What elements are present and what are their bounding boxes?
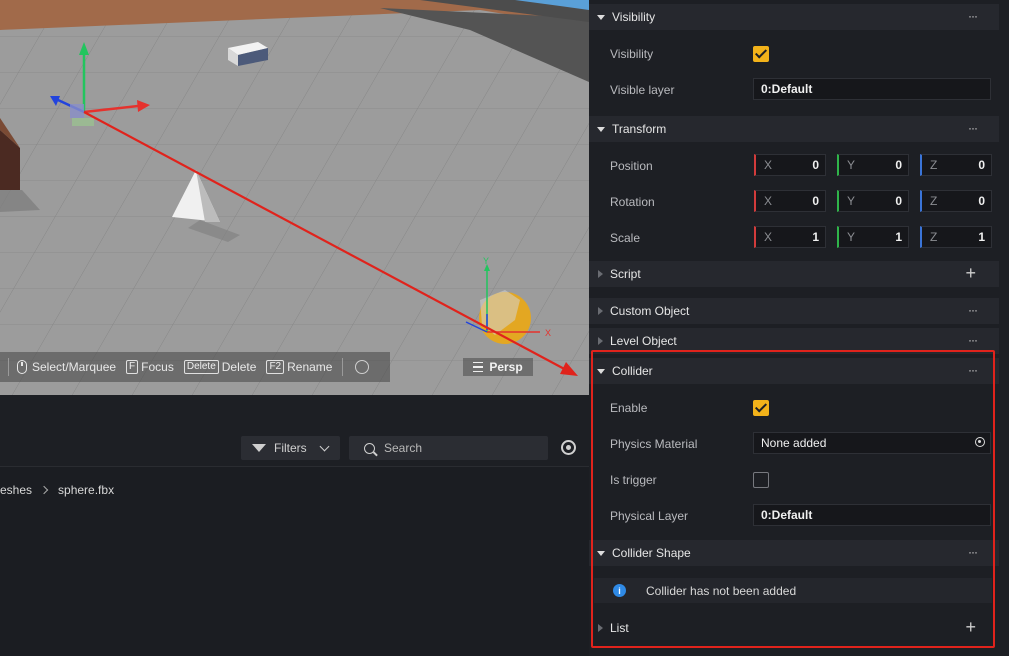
gizmo-x-label: X (545, 328, 551, 338)
rotation-z-field[interactable]: Z0 (920, 190, 992, 212)
filters-button[interactable]: Filters (241, 436, 340, 460)
position-y-field[interactable]: Y0 (837, 154, 909, 176)
caret-down-icon (597, 126, 605, 132)
breadcrumb: eshes sphere.fbx (0, 483, 114, 497)
caret-right-icon (598, 337, 603, 345)
rename-tool[interactable]: F2 Rename (266, 360, 332, 374)
scale-y-field[interactable]: Y1 (837, 226, 909, 248)
rename-key: F2 (266, 360, 285, 374)
viewport-settings-icon[interactable] (355, 360, 370, 374)
breadcrumb-item[interactable]: sphere.fbx (58, 483, 114, 497)
more-options-icon[interactable]: ··· (968, 9, 978, 23)
asset-content: eshes sphere.fbx (0, 467, 589, 656)
asset-panel-header (0, 395, 589, 429)
scale-z-field[interactable]: Z1 (920, 226, 992, 248)
more-options-icon[interactable]: ··· (968, 121, 978, 135)
position-x-field[interactable]: X0 (754, 154, 826, 176)
visible-layer-field[interactable]: 0:Default (753, 78, 991, 100)
position-label: Position (610, 159, 653, 173)
section-custom-object-header[interactable]: Custom Object ··· (589, 298, 999, 324)
caret-down-icon (597, 14, 605, 20)
more-options-icon[interactable]: ··· (968, 333, 978, 347)
rotation-x-field[interactable]: X0 (754, 190, 826, 212)
scale-label: Scale (610, 231, 641, 245)
more-options-icon[interactable]: ··· (968, 303, 978, 317)
scene-render: Y X (0, 0, 589, 395)
gizmo-y-label: Y (483, 256, 489, 266)
search-icon (364, 442, 375, 454)
select-marquee-tool[interactable]: Select/Marquee (17, 360, 116, 374)
caret-right-icon (598, 270, 603, 278)
chevron-right-icon (39, 485, 49, 495)
scale-x-field[interactable]: X1 (754, 226, 826, 248)
rotation-y-field[interactable]: Y0 (837, 190, 909, 212)
visibility-checkbox[interactable] (753, 46, 769, 62)
section-script-header[interactable]: Script + (589, 261, 999, 287)
filter-icon (252, 444, 266, 452)
focus-key: F (126, 360, 139, 374)
mouse-icon (17, 360, 27, 374)
annotation-highlight-box (591, 350, 995, 648)
caret-right-icon (598, 307, 603, 315)
add-script-icon[interactable]: + (965, 263, 976, 283)
focus-tool[interactable]: F Focus (126, 360, 174, 374)
visible-layer-label: Visible layer (610, 83, 675, 97)
camera-mode-button[interactable]: Persp (463, 358, 533, 376)
position-z-field[interactable]: Z0 (920, 154, 992, 176)
chevron-down-icon (319, 441, 330, 451)
delete-key: Delete (183, 360, 219, 374)
breadcrumb-item[interactable]: eshes (0, 483, 32, 497)
settings-gear-icon[interactable] (561, 440, 576, 455)
viewport-toolbar: Select/Marquee F Focus Delete Delete F2 … (0, 352, 390, 382)
asset-toolbar: Filters Search (0, 428, 589, 467)
search-input[interactable]: Search (349, 436, 548, 460)
rotation-label: Rotation (610, 195, 655, 209)
visibility-label: Visibility (610, 47, 654, 61)
delete-tool[interactable]: Delete Delete (183, 360, 256, 374)
scene-viewport[interactable]: Y X Select/Marquee F Focus Delete Delete… (0, 0, 589, 395)
section-visibility-header[interactable]: Visibility ··· (589, 4, 999, 30)
menu-lines-icon (473, 362, 484, 372)
section-transform-header[interactable]: Transform ··· (589, 116, 999, 142)
